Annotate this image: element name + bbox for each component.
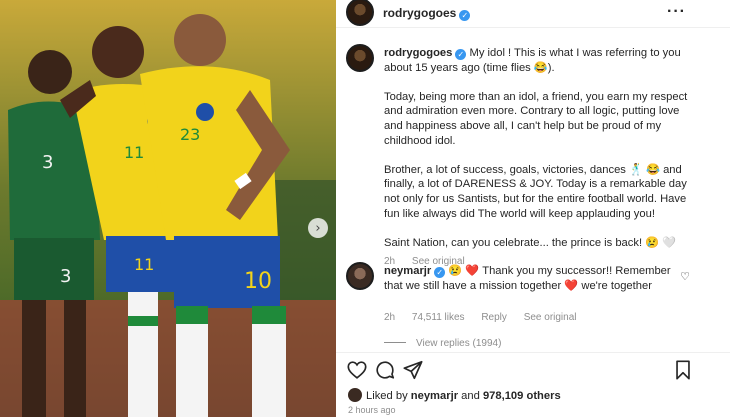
liker-avatar xyxy=(348,388,362,402)
post-photo: 3 3 11 11 23 10 › xyxy=(0,0,336,417)
comment-time: 2h xyxy=(384,312,396,323)
photo-illustration: 3 3 11 11 23 10 xyxy=(0,0,336,417)
post-time-ago: 2 hours ago xyxy=(348,405,396,415)
comment-reply-button[interactable]: Reply xyxy=(481,312,507,323)
post-actions-bar xyxy=(336,352,730,384)
view-replies-label[interactable]: View replies (1994) xyxy=(416,338,501,349)
caption-username[interactable]: rodrygogoes xyxy=(384,47,452,59)
caption-paragraph-3: Brother, a lot of success, goals, victor… xyxy=(384,163,687,220)
more-options-button[interactable]: ··· xyxy=(667,3,686,21)
commenter-username[interactable]: neymarjr xyxy=(384,265,431,277)
send-icon[interactable] xyxy=(402,359,424,381)
verified-badge-icon: ✓ xyxy=(455,49,467,60)
post-header: rodrygogoes ✓ ··· xyxy=(336,0,730,28)
next-image-button[interactable]: › xyxy=(308,218,328,238)
author-avatar[interactable] xyxy=(346,0,374,26)
commenter-avatar[interactable] xyxy=(346,262,374,290)
comment-meta: 2h 74,511 likes Reply See original xyxy=(384,312,591,323)
post-panel: rodrygogoes ✓ ··· rodrygogoes ✓ My idol ! … xyxy=(336,0,730,417)
svg-text:3: 3 xyxy=(60,266,71,287)
chevron-right-icon: › xyxy=(315,220,321,236)
view-replies-button[interactable]: View replies (1994) xyxy=(384,338,501,349)
caption-author-avatar[interactable] xyxy=(346,44,374,72)
likes-others-count[interactable]: 978,109 others xyxy=(483,390,561,402)
svg-text:11: 11 xyxy=(134,255,154,274)
heart-icon[interactable] xyxy=(346,359,368,381)
comment-icon[interactable] xyxy=(374,359,396,381)
svg-text:23: 23 xyxy=(180,125,200,144)
comment-see-original-link[interactable]: See original xyxy=(524,312,577,323)
svg-text:10: 10 xyxy=(244,269,272,294)
verified-badge-icon: ✓ xyxy=(434,267,446,278)
caption-paragraph-2: Today, being more than an idol, a friend… xyxy=(384,90,688,147)
caption-paragraph-1: rodrygogoes ✓ My idol ! This is what I wa… xyxy=(384,46,690,75)
comment-likes[interactable]: 74,511 likes xyxy=(412,312,465,323)
author-username-text[interactable]: rodrygogoes xyxy=(383,6,456,20)
likes-prefix: Liked by xyxy=(366,390,408,402)
svg-text:11: 11 xyxy=(124,143,144,162)
likes-conjunction: and xyxy=(461,390,480,402)
caption-paragraph-4: Saint Nation, can you celebrate... the p… xyxy=(384,236,677,249)
comment-like-heart-icon[interactable]: ♡ xyxy=(680,270,690,283)
liker-username[interactable]: neymarjr xyxy=(411,390,458,402)
bookmark-icon[interactable] xyxy=(672,359,694,381)
likes-summary: Liked by neymarjr and 978,109 others xyxy=(348,388,561,402)
author-username[interactable]: rodrygogoes ✓ xyxy=(383,6,471,21)
replies-divider-line xyxy=(384,342,406,343)
comment-body: neymarjr ✓ 😢 ❤️ Thank you my successor!! … xyxy=(384,264,684,293)
caption-body: rodrygogoes ✓ My idol ! This is what I wa… xyxy=(384,46,690,270)
svg-text:3: 3 xyxy=(42,152,53,173)
verified-badge-icon: ✓ xyxy=(459,10,471,21)
